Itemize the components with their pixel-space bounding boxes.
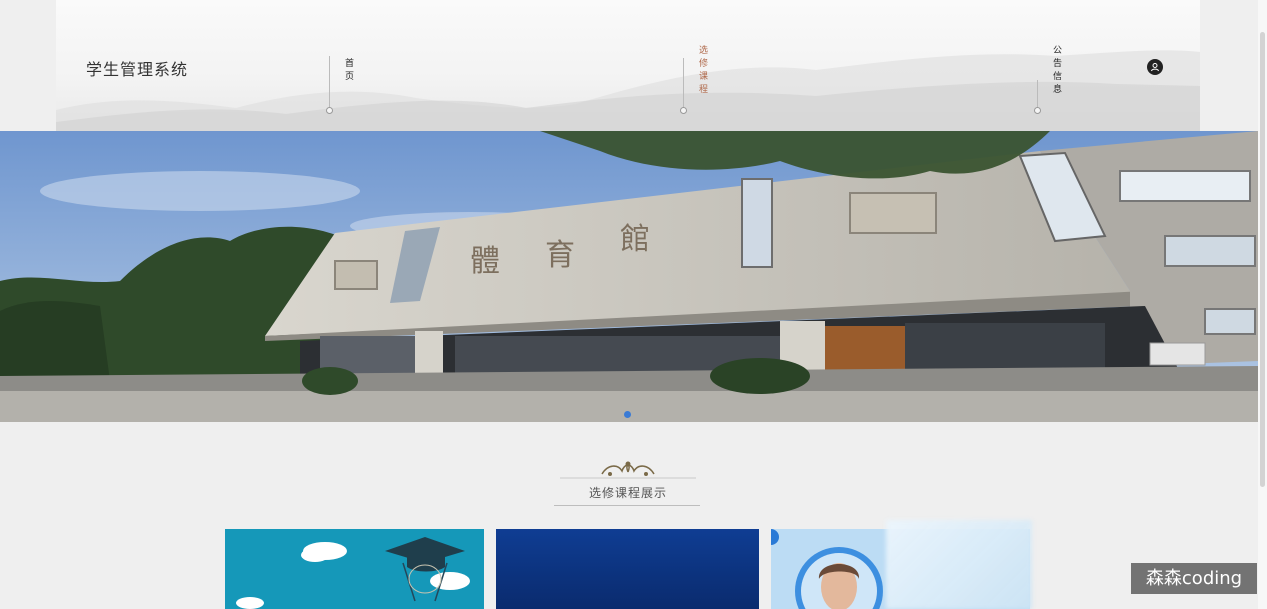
banner-sign-text: 體 bbox=[470, 244, 500, 279]
ornament-icon bbox=[560, 461, 696, 479]
nav-dot bbox=[680, 107, 687, 114]
nav-label-notices[interactable]: 公告信息 bbox=[1053, 45, 1063, 97]
banner-image: 體 育 館 bbox=[0, 131, 1258, 422]
banner-carousel[interactable]: 體 育 館 bbox=[0, 131, 1258, 422]
svg-text:館: 館 bbox=[620, 222, 650, 257]
nav-dot bbox=[326, 107, 333, 114]
course-card-1[interactable] bbox=[225, 529, 484, 609]
mountain-decoration bbox=[56, 50, 1200, 131]
nav-divider bbox=[329, 56, 330, 108]
nav-divider bbox=[683, 58, 684, 108]
svg-text:育: 育 bbox=[545, 238, 575, 273]
section-title: 选修课程展示 bbox=[588, 486, 667, 500]
nav-dot bbox=[1034, 107, 1041, 114]
watermark-label: 森森coding bbox=[1131, 563, 1257, 594]
user-icon[interactable] bbox=[1147, 59, 1163, 75]
carousel-dot-active[interactable] bbox=[624, 411, 631, 418]
blurred-overlay bbox=[886, 520, 1032, 609]
nav-divider bbox=[1037, 80, 1038, 108]
site-header: 学生管理系统 首页 选修课程 公告信息 bbox=[56, 0, 1200, 131]
section-divider bbox=[554, 505, 700, 506]
scrollbar-thumb[interactable] bbox=[1260, 32, 1265, 487]
nav-label-home[interactable]: 首页 bbox=[345, 58, 355, 84]
site-title[interactable]: 学生管理系统 bbox=[86, 56, 188, 80]
nav-label-courses[interactable]: 选修课程 bbox=[699, 45, 709, 97]
graduation-cap-icon bbox=[236, 537, 470, 609]
course-card-2[interactable] bbox=[496, 529, 759, 609]
